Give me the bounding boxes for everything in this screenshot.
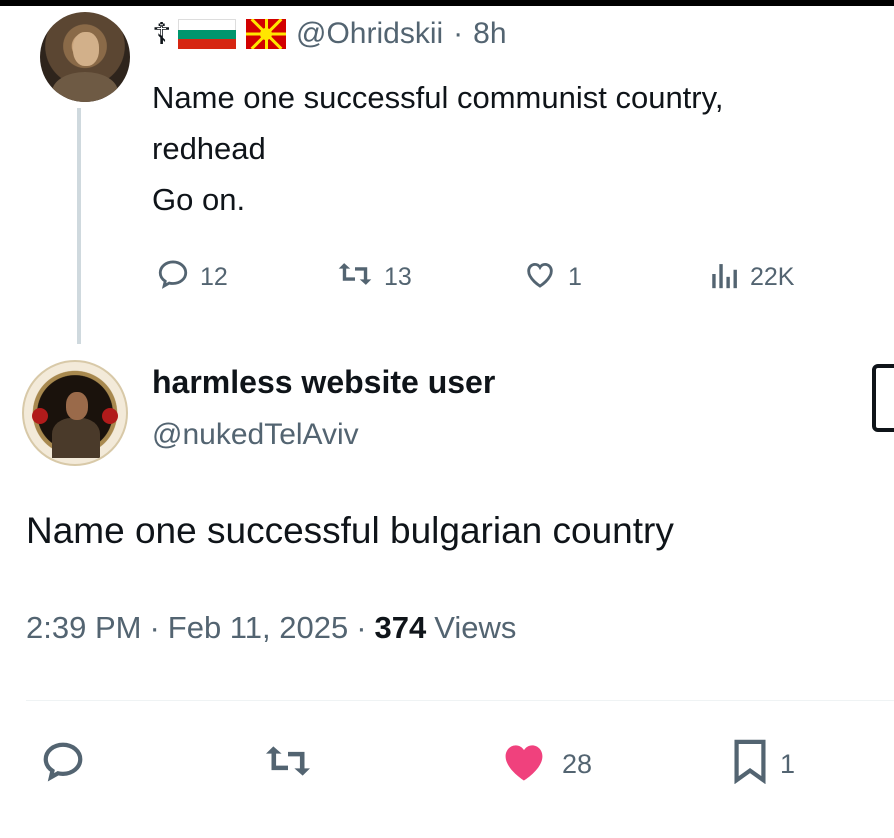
- reply-display-name[interactable]: harmless website user: [152, 364, 495, 401]
- like-button[interactable]: 28: [496, 738, 592, 790]
- avatar-face: [73, 32, 99, 66]
- parent-avatar[interactable]: [40, 12, 130, 102]
- reply-count: 12: [200, 262, 228, 291]
- repost-icon: [262, 739, 314, 790]
- reply-icon: [40, 738, 86, 791]
- header-separator: ·: [453, 17, 464, 50]
- parent-text-line: Go on.: [152, 182, 246, 217]
- like-icon: [522, 257, 558, 298]
- parent-handle[interactable]: @Ohridskii: [296, 17, 443, 51]
- views-count: 22K: [750, 262, 795, 291]
- tweet-date[interactable]: Feb 11, 2025: [168, 610, 348, 646]
- reply-action-bar: 28 1: [40, 738, 840, 790]
- parent-time[interactable]: 8h: [473, 17, 506, 51]
- parent-text-line: Name one successful communist country,: [152, 80, 724, 115]
- repost-button[interactable]: [262, 738, 314, 790]
- reply-button[interactable]: [40, 738, 86, 790]
- avatar-emblem-left: [32, 408, 48, 424]
- avatar-shoulders: [52, 72, 118, 102]
- meta-separator: ·: [356, 610, 367, 645]
- parent-text-line: redhead: [152, 131, 266, 166]
- bulgaria-flag-emoji: [178, 19, 236, 50]
- reply-button[interactable]: 12: [156, 254, 228, 300]
- like-count: 1: [568, 262, 582, 291]
- like-icon: [496, 735, 552, 794]
- avatar-body: [52, 418, 100, 458]
- reply-avatar[interactable]: [22, 360, 128, 466]
- views-button[interactable]: 22K: [710, 254, 794, 300]
- bookmark-button[interactable]: 1: [730, 738, 795, 790]
- top-black-bar: [0, 0, 894, 6]
- north-macedonia-flag-emoji: [246, 19, 286, 49]
- reply-handle[interactable]: @nukedTelAviv: [152, 418, 359, 452]
- avatar-emblem-right: [102, 408, 118, 424]
- repost-icon: [336, 257, 374, 298]
- avatar-face: [66, 392, 88, 420]
- repost-count: 13: [384, 262, 412, 291]
- parent-header: ☦ @Ohridskii · 8h: [152, 14, 507, 54]
- views-label: Views: [434, 610, 517, 645]
- orthodox-cross-emoji: ☦: [152, 17, 172, 51]
- like-count: 28: [562, 748, 593, 779]
- views-icon: [710, 257, 740, 298]
- views-count: 374: [374, 610, 427, 645]
- reply-icon: [156, 257, 190, 298]
- parent-action-bar: 12 13 1 22K: [156, 254, 836, 300]
- grok-icon[interactable]: [872, 364, 894, 432]
- like-button[interactable]: 1: [522, 254, 582, 300]
- meta-separator: ·: [149, 610, 160, 645]
- bookmark-icon: [730, 738, 770, 791]
- thread-line: [77, 108, 81, 344]
- bookmark-count: 1: [780, 748, 796, 779]
- repost-button[interactable]: 13: [336, 254, 412, 300]
- reply-tweet-text: Name one successful bulgarian country: [26, 510, 674, 551]
- parent-tweet-text: Name one successful communist country, r…: [152, 72, 892, 225]
- tweet-meta: 2:39 PM · Feb 11, 2025 · 374 Views: [26, 610, 516, 646]
- divider: [26, 700, 894, 701]
- tweet-time[interactable]: 2:39 PM: [26, 610, 141, 646]
